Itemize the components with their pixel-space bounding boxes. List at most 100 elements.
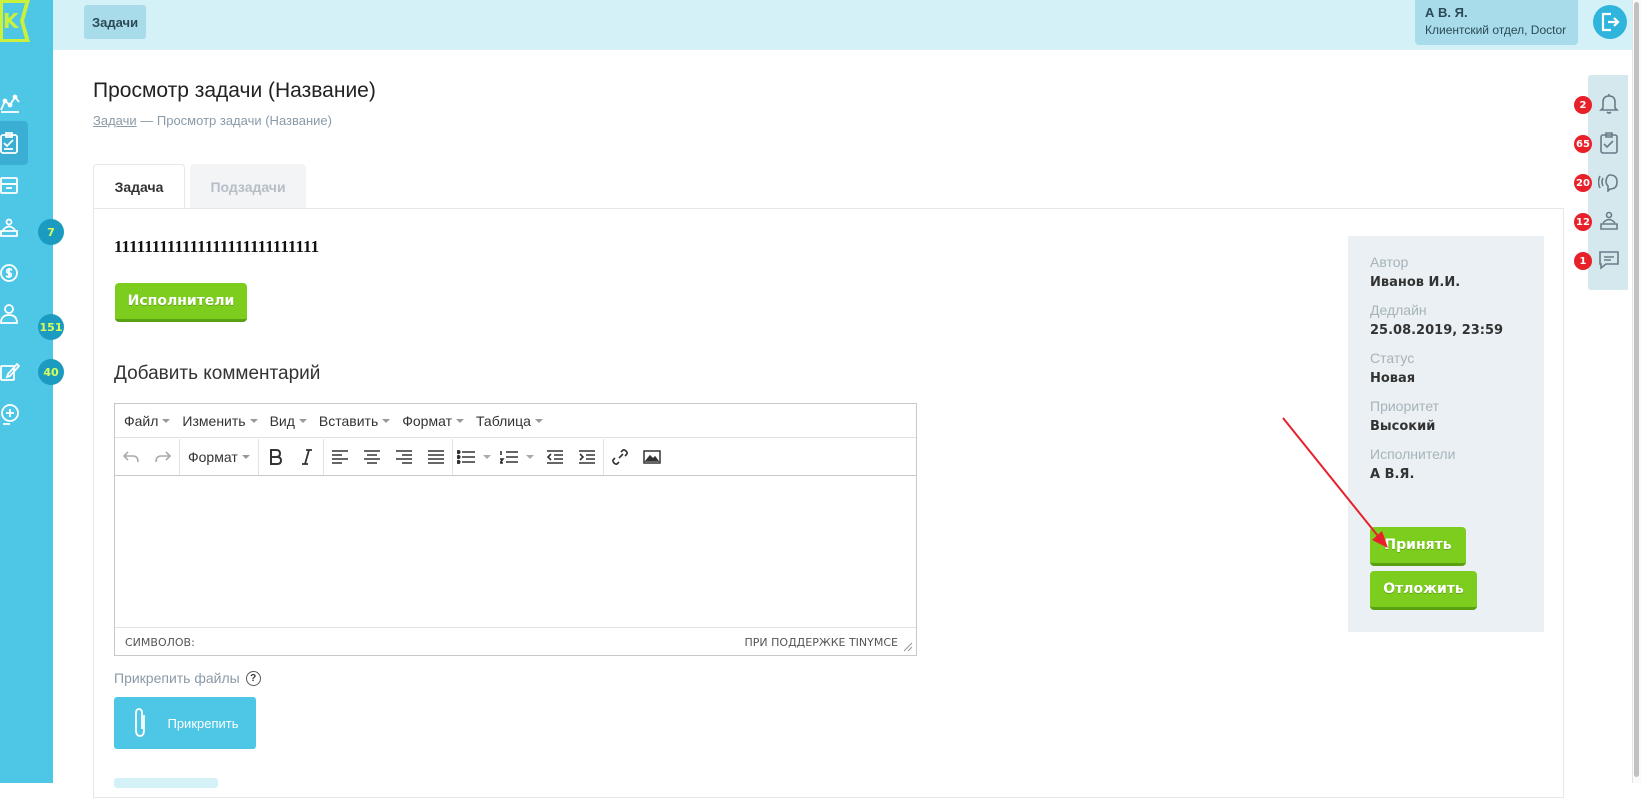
redo-button[interactable] bbox=[147, 442, 179, 472]
top-bar bbox=[53, 0, 1641, 50]
link-icon bbox=[611, 448, 628, 465]
attach-files-label: Прикрепить файлы ? bbox=[114, 670, 261, 686]
priority-label: Приоритет bbox=[1370, 398, 1440, 414]
paperclip-icon bbox=[135, 708, 146, 737]
redo-icon bbox=[155, 450, 171, 462]
sidebar-item-add-user[interactable] bbox=[0, 400, 26, 430]
user-name: А В. Я. bbox=[1425, 5, 1468, 20]
notification-badge: 12 bbox=[1574, 213, 1592, 231]
chevron-down-icon bbox=[382, 418, 391, 423]
menu-label: Таблица bbox=[475, 412, 531, 429]
bell-icon bbox=[1599, 94, 1619, 114]
user-department: Клиентский отдел, Doctor bbox=[1425, 23, 1567, 37]
chevron-down-icon bbox=[534, 418, 543, 423]
deadline-value: 25.08.2019, 23:59 bbox=[1370, 323, 1504, 338]
notifications-chat[interactable] bbox=[1598, 249, 1620, 271]
menu-label: Формат bbox=[402, 412, 452, 429]
submit-comment-button[interactable] bbox=[114, 778, 218, 788]
editor-toolbar: Формат bbox=[115, 438, 916, 476]
accept-button[interactable]: Принять bbox=[1370, 527, 1466, 566]
user-menu[interactable]: А В. Я. Клиентский отдел, Doctor bbox=[1415, 0, 1578, 45]
menu-insert[interactable]: Вставить bbox=[319, 413, 391, 429]
notifications-reception[interactable] bbox=[1598, 210, 1620, 232]
align-justify-button[interactable] bbox=[420, 442, 452, 472]
task-description: 111111111111111111111111111 bbox=[114, 237, 320, 256]
italic-button[interactable] bbox=[291, 442, 323, 472]
postpone-button[interactable]: Отложить bbox=[1370, 571, 1477, 610]
executors-button[interactable]: Исполнители bbox=[115, 283, 247, 322]
notification-badge: 1 bbox=[1574, 252, 1592, 270]
comment-heading: Добавить комментарий bbox=[114, 363, 321, 384]
menu-label: Файл bbox=[124, 412, 159, 429]
chevron-down-icon bbox=[298, 418, 307, 423]
insert-link-button[interactable] bbox=[604, 442, 636, 472]
add-user-icon bbox=[1, 404, 19, 425]
sidebar-item-reception[interactable] bbox=[0, 213, 26, 243]
tab-task[interactable]: Задача bbox=[93, 164, 185, 209]
bullet-list-button[interactable] bbox=[453, 442, 495, 472]
deadline-label: Дедлайн bbox=[1370, 302, 1427, 318]
indent-button[interactable] bbox=[571, 442, 603, 472]
author-label: Автор bbox=[1370, 254, 1409, 270]
align-left-button[interactable] bbox=[324, 442, 356, 472]
chevron-down-icon bbox=[162, 418, 171, 423]
menu-file[interactable]: Файл bbox=[124, 412, 171, 429]
executors-label: Исполнители bbox=[1370, 446, 1456, 462]
chevron-down-icon bbox=[455, 418, 464, 423]
scrollbar-thumb[interactable] bbox=[1634, 2, 1639, 777]
attach-button[interactable]: Прикрепить bbox=[114, 697, 256, 749]
outdent-button[interactable] bbox=[539, 442, 571, 472]
logout-button[interactable] bbox=[1593, 5, 1627, 39]
numbered-list-button[interactable] bbox=[495, 442, 539, 472]
indent-icon bbox=[578, 449, 595, 464]
menu-edit[interactable]: Изменить bbox=[182, 413, 258, 429]
powered-by[interactable]: ПРИ ПОДДЕРЖКЕ TINYMCE bbox=[745, 636, 898, 649]
sidebar: K 7 151 40 bbox=[0, 0, 64, 783]
tab-subtasks[interactable]: Подзадачи bbox=[190, 164, 306, 209]
numbered-list-icon bbox=[499, 450, 518, 464]
page-title: Просмотр задачи (Название) bbox=[93, 79, 376, 102]
notifications-bell[interactable] bbox=[1598, 93, 1620, 115]
logo-icon[interactable]: K bbox=[0, 0, 34, 42]
sidebar-badge: 151 bbox=[38, 314, 64, 340]
sidebar-item-archive[interactable] bbox=[0, 170, 26, 200]
top-tab-tasks[interactable]: Задачи bbox=[84, 5, 147, 39]
notifications-tasks[interactable] bbox=[1598, 132, 1620, 154]
bullet-list-icon bbox=[456, 449, 475, 464]
italic-icon bbox=[301, 448, 312, 465]
comment-text-area[interactable] bbox=[115, 476, 916, 628]
align-right-button[interactable] bbox=[388, 442, 420, 472]
sidebar-item-tasks[interactable] bbox=[0, 121, 28, 165]
menu-table[interactable]: Таблица bbox=[476, 413, 543, 429]
reception-icon bbox=[0, 218, 18, 237]
bold-button[interactable] bbox=[259, 442, 291, 472]
bold-icon bbox=[269, 448, 282, 465]
call-icon bbox=[1598, 174, 1618, 192]
format-select[interactable]: Формат bbox=[180, 442, 258, 472]
sidebar-item-clients[interactable] bbox=[0, 299, 26, 329]
priority-value: Высокий bbox=[1370, 419, 1436, 434]
undo-icon bbox=[123, 450, 139, 462]
money-icon bbox=[0, 264, 18, 282]
align-center-button[interactable] bbox=[356, 442, 388, 472]
breadcrumb-current: — Просмотр задачи (Название) bbox=[136, 113, 332, 128]
chart-icon bbox=[0, 94, 20, 113]
menu-label: Вид bbox=[269, 412, 295, 429]
align-left-icon bbox=[331, 449, 348, 464]
menu-format[interactable]: Формат bbox=[402, 413, 464, 429]
resize-handle-icon[interactable] bbox=[903, 642, 913, 652]
sidebar-item-analytics[interactable] bbox=[0, 88, 26, 118]
insert-image-button[interactable] bbox=[636, 442, 668, 472]
help-icon[interactable]: ? bbox=[245, 670, 261, 686]
undo-button[interactable] bbox=[115, 442, 147, 472]
notifications-calls[interactable] bbox=[1598, 171, 1620, 193]
menu-view[interactable]: Вид bbox=[270, 413, 307, 429]
notification-badge: 2 bbox=[1574, 96, 1592, 114]
sidebar-item-edit[interactable] bbox=[0, 357, 26, 387]
breadcrumb-link-tasks[interactable]: Задачи bbox=[93, 113, 137, 128]
sidebar-item-finance[interactable] bbox=[0, 258, 26, 288]
format-select-label: Формат bbox=[188, 448, 238, 465]
chevron-down-icon bbox=[525, 454, 534, 459]
align-center-icon bbox=[363, 449, 380, 464]
outdent-icon bbox=[546, 449, 563, 464]
